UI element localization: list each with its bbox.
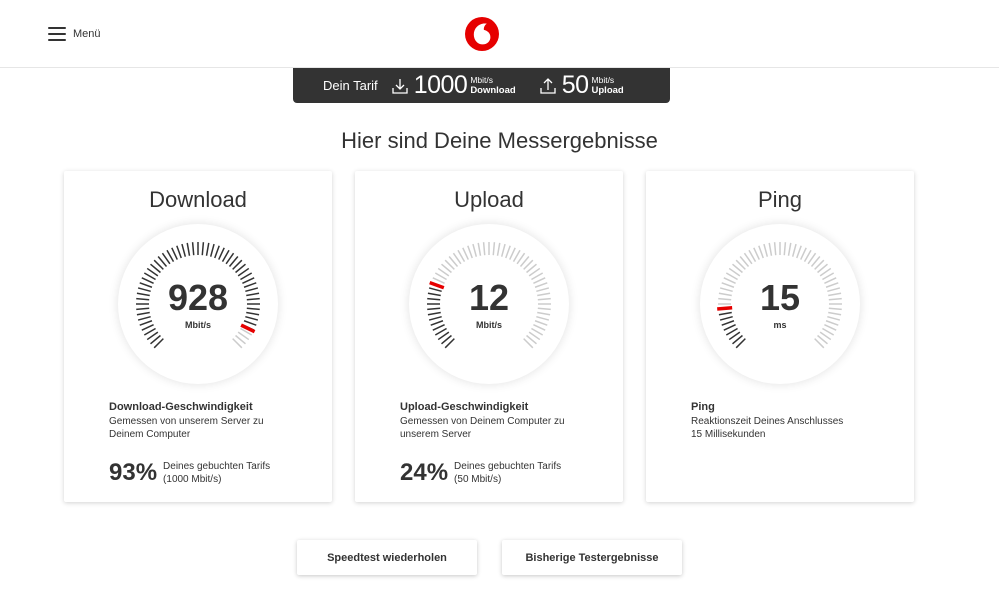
ping-title: Ping xyxy=(757,187,803,212)
download-card: Download 928 Mbit/s Download-Geschwindig… xyxy=(64,171,332,502)
gauge-tick xyxy=(796,245,802,259)
upload-info-title: Upload-Geschwindigkeit xyxy=(400,401,529,413)
upload-info: Upload-Geschwindigkeit Gemessen von Dein… xyxy=(400,401,600,441)
gauge-tick xyxy=(800,247,807,260)
download-value: 928 xyxy=(167,277,229,318)
menu-button[interactable]: Menü xyxy=(48,24,101,44)
tariff-download: 1000 Mbit/s Download xyxy=(390,73,516,98)
upload-percent-text: Deines gebuchten Tarifs xyxy=(454,461,562,472)
gauge-tick xyxy=(205,242,210,256)
gauge-tick xyxy=(171,247,178,260)
menu-label: Menü xyxy=(73,28,101,40)
download-percent-value: 93% xyxy=(109,459,158,486)
tariff-upload-unit: Mbit/s xyxy=(591,75,615,85)
download-title: Download xyxy=(149,187,247,212)
page-title: Hier sind Deine Messergebnisse xyxy=(341,128,658,153)
gauge-tick xyxy=(496,242,501,256)
download-percent-tariff: (1000 Mbit/s) xyxy=(163,474,222,485)
tariff-download-kind: Download xyxy=(470,84,516,96)
gauge-tick xyxy=(787,242,792,256)
gauge-tick xyxy=(462,247,469,260)
download-info-desc-line2: Deinem Computer xyxy=(109,429,191,440)
upload-info-desc-line2: unserem Server xyxy=(400,429,472,440)
gauge-tick xyxy=(186,242,191,256)
gauge-tick xyxy=(472,243,478,257)
header-bar: Menü xyxy=(0,0,999,68)
download-info-desc: Gemessen von unserem Server zu Deinem Co… xyxy=(109,415,309,441)
gauge-tick xyxy=(509,247,516,260)
gauge-tick xyxy=(176,245,182,259)
upload-info-desc: Gemessen von Deinem Computer zu unserem … xyxy=(400,415,600,441)
tariff-bar: Dein Tarif 1000 Mbit/s Download 50 Mbit/… xyxy=(293,68,670,103)
upload-percent-value: 24% xyxy=(400,459,449,486)
tariff-upload-value: 50 xyxy=(561,71,589,99)
previous-results-button[interactable]: Bisherige Testergebnisse xyxy=(502,540,682,575)
gauge-tick xyxy=(758,245,764,259)
ping-info-desc-line1: Reaktionszeit Deines Anschlusses xyxy=(691,416,844,427)
ping-gauge: 15 ms xyxy=(700,224,860,384)
download-info-title: Download-Geschwindigkeit xyxy=(109,401,253,413)
download-icon xyxy=(392,78,408,94)
gauge-tick xyxy=(768,242,773,256)
gauge-tick xyxy=(791,243,797,257)
ping-info-title: Ping xyxy=(691,401,715,413)
ping-info: Ping Reaktionszeit Deines Anschlusses 15… xyxy=(691,401,891,441)
gauge-tick xyxy=(505,245,511,259)
upload-title: Upload xyxy=(454,187,524,212)
gauge-tick xyxy=(763,243,769,257)
gauge-tick xyxy=(201,242,205,256)
upload-percent-tariff: (50 Mbit/s) xyxy=(454,474,502,485)
tariff-download-unit: Mbit/s xyxy=(470,75,493,85)
tariff-download-value: 1000 xyxy=(413,71,468,99)
ping-card: Ping 15 ms Ping Reaktionszeit Deines Ans… xyxy=(646,171,914,502)
hamburger-icon xyxy=(48,27,66,41)
gauge-tick xyxy=(191,242,195,256)
gauge-tick xyxy=(773,242,777,256)
gauge-tick xyxy=(214,245,220,259)
repeat-speedtest-button[interactable]: Speedtest wiederholen xyxy=(297,540,477,575)
tariff-label: Dein Tarif xyxy=(323,78,378,93)
download-info-desc-line1: Gemessen von unserem Server zu xyxy=(109,416,264,427)
gauge-tick xyxy=(181,243,187,257)
download-percent-text: Deines gebuchten Tarifs xyxy=(163,461,271,472)
gauge-tick xyxy=(500,243,506,257)
gauge-tick xyxy=(218,247,225,260)
ping-info-desc: Reaktionszeit Deines Anschlusses 15 Mill… xyxy=(691,415,891,441)
tariff-upload: 50 Mbit/s Upload xyxy=(538,73,624,98)
gauge-tick xyxy=(477,242,482,256)
gauge-tick xyxy=(482,242,486,256)
ping-value: 15 xyxy=(759,277,801,318)
gauge-tick xyxy=(209,243,215,257)
vodafone-logo-icon[interactable] xyxy=(464,16,500,52)
upload-unit: Mbit/s xyxy=(476,320,502,330)
tariff-upload-kind: Upload xyxy=(591,84,624,96)
upload-value: 12 xyxy=(468,277,510,318)
download-percent: 93% Deines gebuchten Tarifs (1000 Mbit/s… xyxy=(109,461,270,486)
upload-icon xyxy=(540,77,556,94)
download-gauge: 928 Mbit/s xyxy=(118,224,278,384)
ping-unit: ms xyxy=(773,320,787,330)
download-unit: Mbit/s xyxy=(185,320,211,330)
gauge-tick xyxy=(753,247,760,260)
upload-gauge: 12 Mbit/s xyxy=(409,224,569,384)
ping-info-desc-line2: 15 Millisekunden xyxy=(691,429,766,440)
upload-card: Upload 12 Mbit/s Upload-Geschwindigkeit … xyxy=(355,171,623,502)
upload-percent: 24% Deines gebuchten Tarifs (50 Mbit/s) xyxy=(400,461,561,486)
download-info: Download-Geschwindigkeit Gemessen von un… xyxy=(109,401,309,441)
gauge-tick xyxy=(492,242,496,256)
upload-info-desc-line1: Gemessen von Deinem Computer zu xyxy=(400,416,565,427)
gauge-tick xyxy=(467,245,473,259)
gauge-tick xyxy=(783,242,787,256)
